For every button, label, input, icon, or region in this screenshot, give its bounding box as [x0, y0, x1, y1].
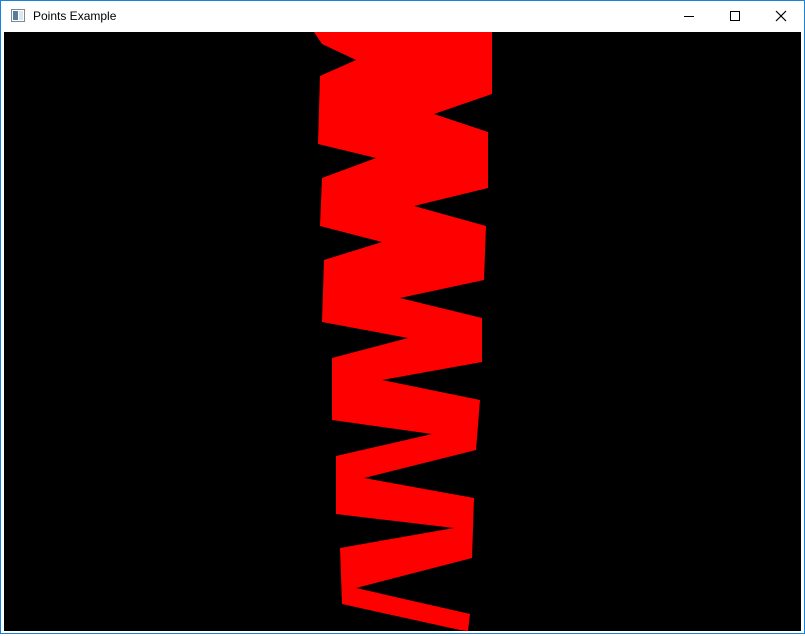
window-title: Points Example	[33, 9, 117, 23]
maximize-button[interactable]	[712, 1, 758, 31]
title-bar[interactable]: Points Example	[1, 1, 804, 32]
minimize-button[interactable]	[666, 1, 712, 31]
render-canvas[interactable]	[4, 32, 801, 631]
maximize-icon	[730, 11, 740, 21]
close-button[interactable]	[758, 1, 804, 31]
app-window-icon	[11, 9, 25, 22]
app-window: Points Example	[0, 0, 805, 634]
red-zigzag-band	[314, 32, 492, 631]
close-icon	[775, 10, 787, 22]
